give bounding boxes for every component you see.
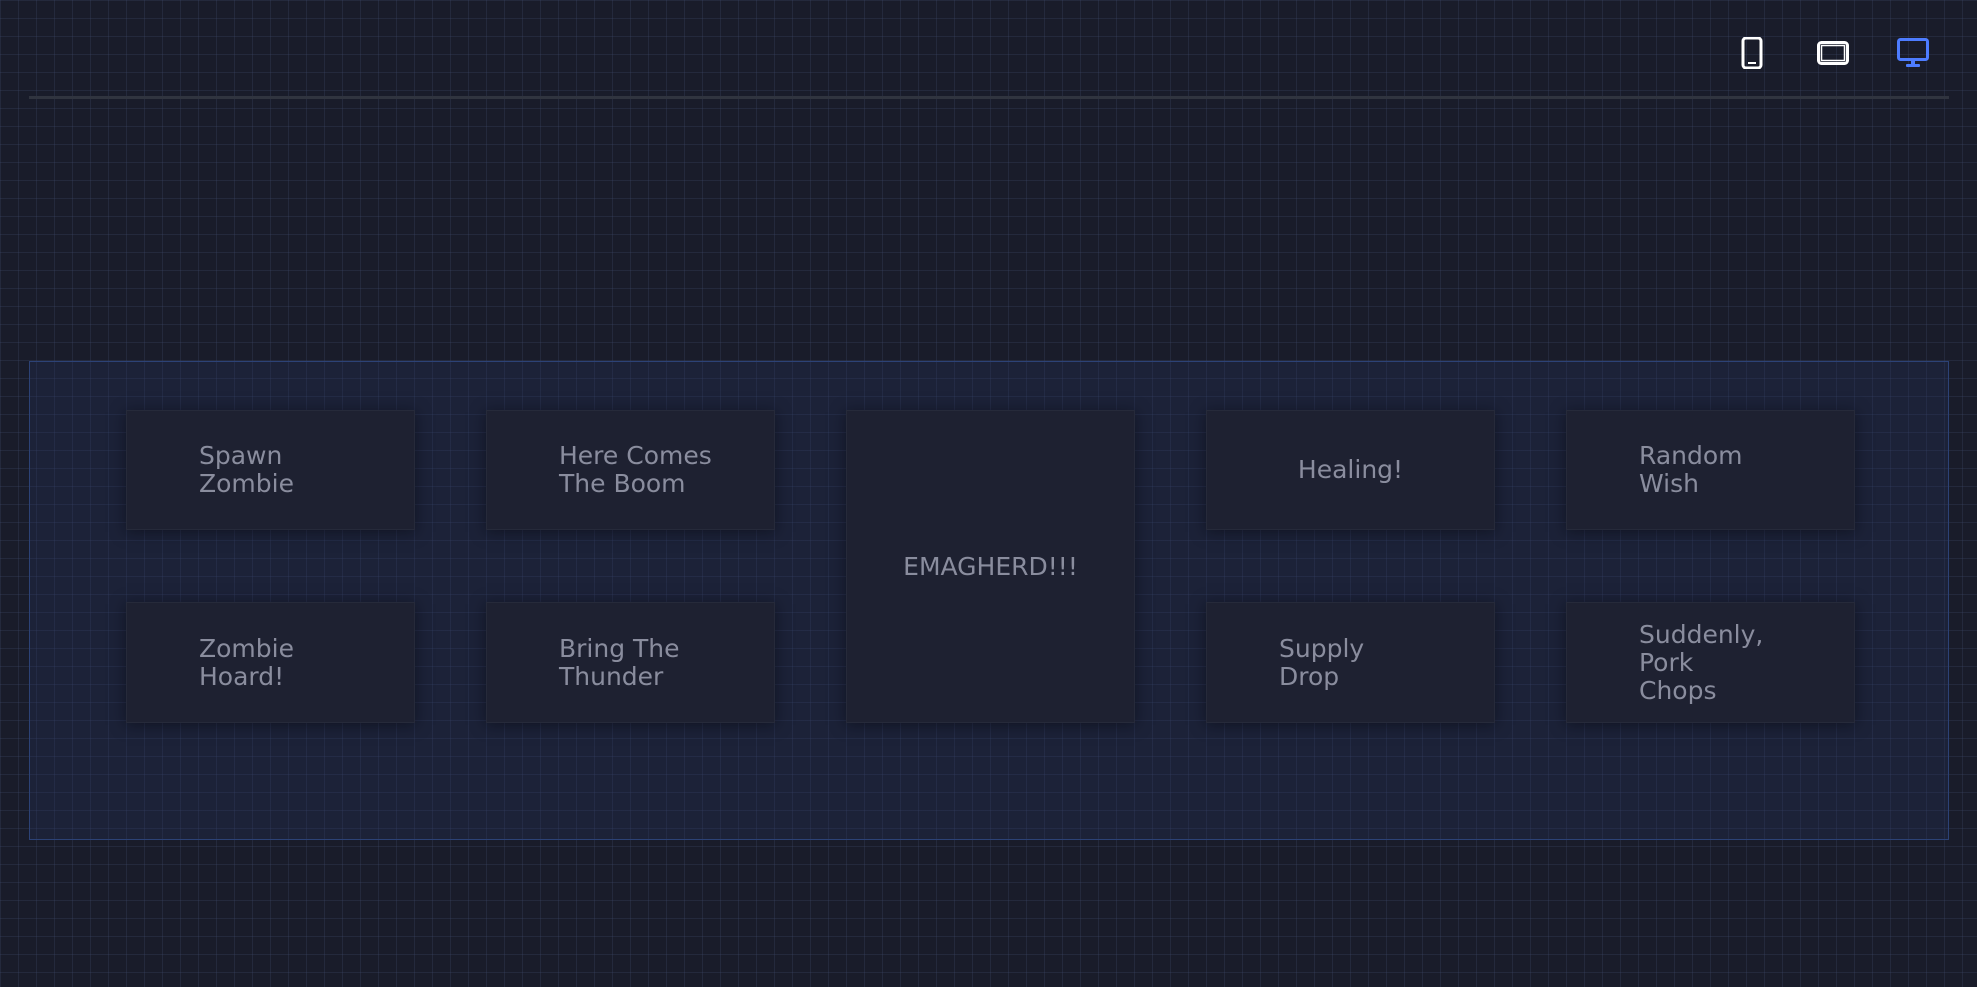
emagherd-button[interactable]: EMAGHERD!!! [846,410,1135,723]
healing-label: Healing! [1297,455,1404,484]
random-wish-label: Random Wish [1639,441,1743,498]
supply-drop-label: Supply Drop [1279,633,1365,691]
suddenly-pork-chops-label: Suddenly, Pork Chops [1639,619,1764,705]
phone-icon [1741,37,1763,69]
desktop-view-button[interactable] [1896,36,1930,70]
healing-button[interactable]: Healing! [1206,410,1495,530]
supply-drop-button[interactable]: Supply Drop [1206,602,1495,723]
tablet-view-button[interactable] [1816,36,1850,70]
bring-the-thunder-button[interactable]: Bring The Thunder [486,602,775,723]
desktop-icon [1897,38,1929,67]
bring-the-thunder-label: Bring The Thunder [559,633,680,691]
top-toolbar [29,0,1949,99]
here-comes-the-boom-button[interactable]: Here Comes The Boom [486,410,775,530]
here-comes-the-boom-label: Here Comes The Boom [559,441,712,498]
soundboard-panel: Spawn Zombie Here Comes The Boom EMAGHER… [29,361,1949,840]
zombie-hoard-label: Zombie Hoard! [199,633,294,691]
zombie-hoard-button[interactable]: Zombie Hoard! [126,602,415,723]
tablet-icon [1817,41,1849,65]
suddenly-pork-chops-button[interactable]: Suddenly, Pork Chops [1566,602,1855,723]
emagherd-label: EMAGHERD!!! [903,551,1078,581]
spawn-zombie-button[interactable]: Spawn Zombie [126,410,415,530]
random-wish-button[interactable]: Random Wish [1566,410,1855,530]
spawn-zombie-label: Spawn Zombie [199,441,294,498]
phone-view-button[interactable] [1735,36,1769,70]
